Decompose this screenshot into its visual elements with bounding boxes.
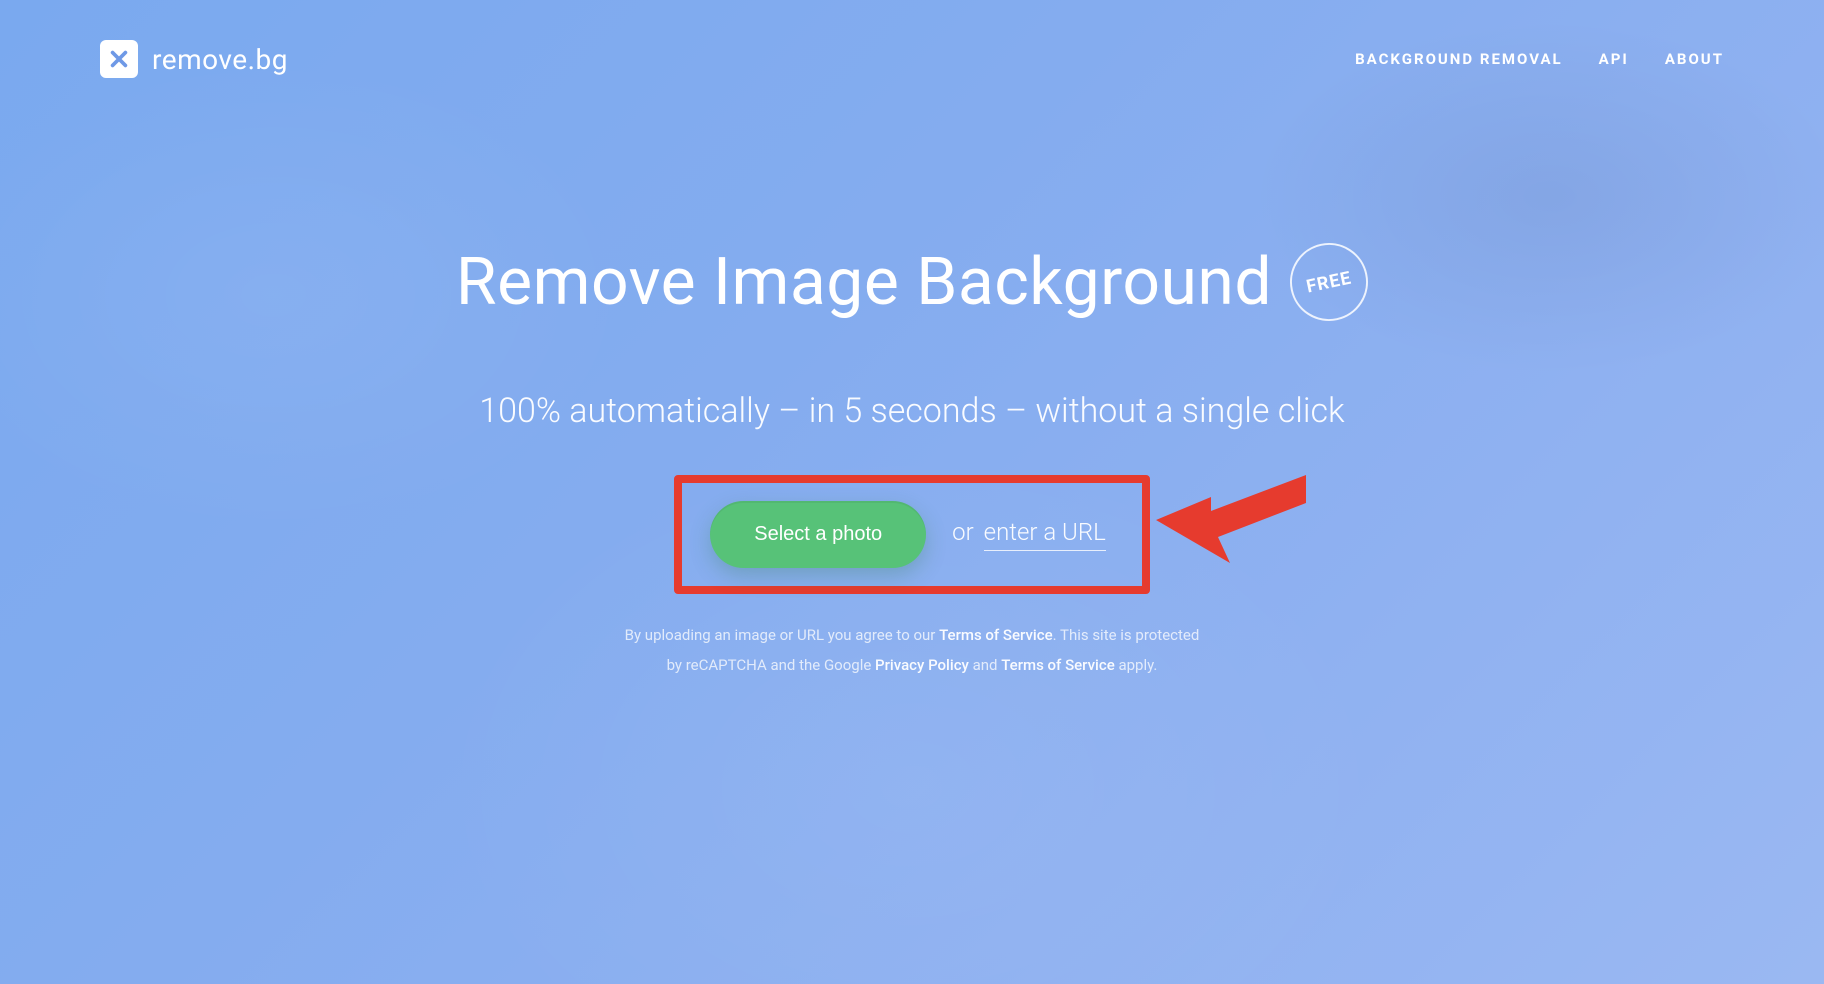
logo-icon bbox=[100, 40, 138, 78]
annotation-highlight-box: Select a photo or enter a URL bbox=[674, 475, 1150, 594]
annotation-arrow-icon bbox=[1156, 475, 1306, 589]
legal-text: By uploading an image or URL you agree t… bbox=[40, 620, 1784, 680]
legal-part3: by reCAPTCHA and the Google bbox=[667, 656, 875, 674]
headline-row: Remove Image Background FREE bbox=[456, 243, 1368, 321]
subheadline: 100% automatically – in 5 seconds – with… bbox=[40, 391, 1784, 431]
legal-apply: apply. bbox=[1115, 656, 1158, 674]
free-badge: FREE bbox=[1283, 236, 1376, 329]
or-text: or bbox=[952, 518, 974, 546]
nav-about[interactable]: ABOUT bbox=[1665, 50, 1724, 68]
legal-and: and bbox=[969, 656, 1001, 674]
url-entry-group: or enter a URL bbox=[952, 518, 1106, 551]
legal-part2: . This site is protected bbox=[1053, 626, 1200, 644]
nav-api[interactable]: API bbox=[1599, 50, 1629, 68]
hero: Remove Image Background FREE 100% automa… bbox=[0, 243, 1824, 680]
terms-of-service-link-2[interactable]: Terms of Service bbox=[1001, 656, 1115, 674]
page-title: Remove Image Background bbox=[456, 244, 1272, 321]
header: remove.bg BACKGROUND REMOVAL API ABOUT bbox=[0, 0, 1824, 78]
logo-text: remove.bg bbox=[152, 43, 288, 76]
privacy-policy-link[interactable]: Privacy Policy bbox=[875, 656, 969, 674]
nav-background-removal[interactable]: BACKGROUND REMOVAL bbox=[1355, 50, 1563, 68]
terms-of-service-link[interactable]: Terms of Service bbox=[939, 626, 1053, 644]
enter-url-link[interactable]: enter a URL bbox=[984, 518, 1106, 551]
legal-part1: By uploading an image or URL you agree t… bbox=[625, 626, 939, 644]
main-nav: BACKGROUND REMOVAL API ABOUT bbox=[1355, 50, 1724, 68]
logo[interactable]: remove.bg bbox=[100, 40, 288, 78]
upload-actions: Select a photo or enter a URL bbox=[674, 475, 1150, 594]
select-photo-button[interactable]: Select a photo bbox=[710, 501, 926, 568]
